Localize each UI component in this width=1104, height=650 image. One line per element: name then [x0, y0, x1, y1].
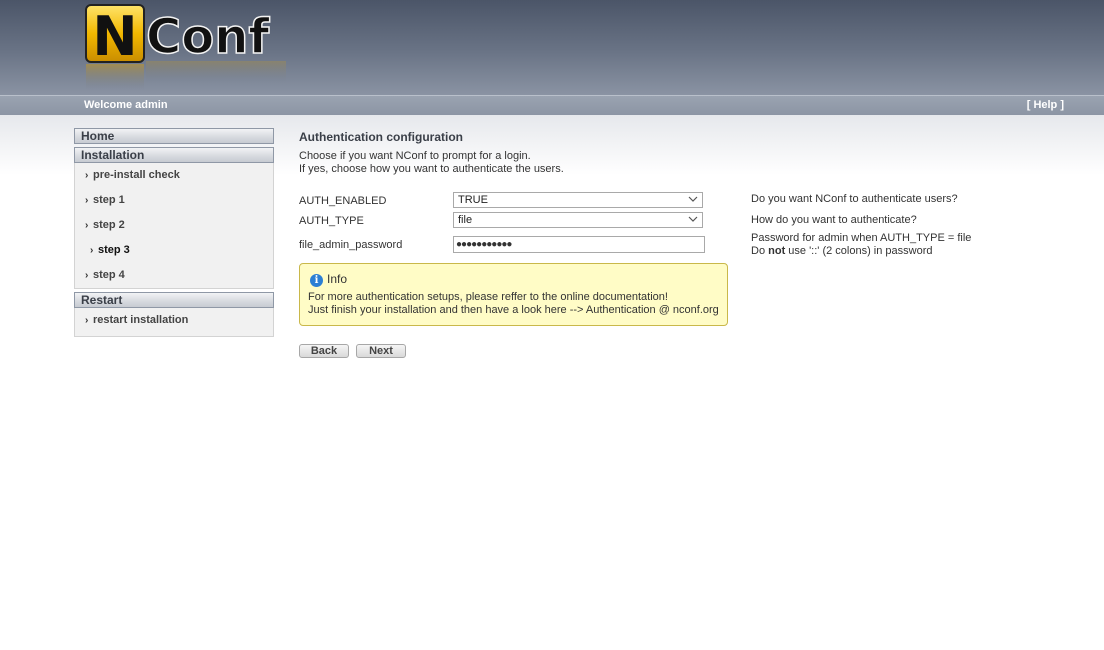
nav-item-step-3[interactable]: › step 3 — [75, 238, 273, 263]
admin-password-help: Password for admin when AUTH_TYPE = file… — [751, 232, 972, 257]
auth-enabled-label: AUTH_ENABLED — [299, 195, 387, 207]
auth-type-select[interactable]: file — [453, 212, 703, 228]
auth-enabled-row: AUTH_ENABLED TRUE — [299, 192, 703, 212]
nav-item-step-1[interactable]: › step 1 — [75, 188, 273, 213]
info-title: Info — [327, 272, 348, 286]
svg-text:Conf: Conf — [146, 9, 270, 65]
welcome-text: Welcome admin — [84, 99, 168, 111]
nav-item-step-4[interactable]: › step 4 — [75, 263, 273, 288]
chevron-down-icon — [688, 216, 698, 222]
info-icon: i — [310, 274, 323, 287]
chevron-right-icon: › — [85, 170, 89, 181]
nconf-logo: N Conf — [85, 4, 286, 90]
welcome-bar: Welcome admin [ Help ] — [0, 95, 1104, 115]
chevron-right-icon: › — [85, 315, 89, 326]
restart-menu: › restart installation — [74, 308, 274, 337]
chevron-right-icon: › — [85, 220, 89, 231]
nav-restart-header: Restart — [74, 292, 274, 308]
page-header: N Conf — [0, 0, 1104, 95]
auth-enabled-help: Do you want NConf to authenticate users? — [751, 193, 958, 205]
chevron-right-icon: › — [90, 245, 94, 256]
admin-password-field[interactable]: ●●●●●●●●●●● — [453, 236, 705, 253]
back-button[interactable]: Back — [299, 344, 349, 358]
page-title: Authentication configuration — [299, 130, 463, 144]
intro-text: Choose if you want NConf to prompt for a… — [299, 150, 564, 175]
nav-installation-header: Installation — [74, 147, 274, 163]
chevron-right-icon: › — [85, 270, 89, 281]
chevron-down-icon — [688, 196, 698, 202]
auth-enabled-select[interactable]: TRUE — [453, 192, 703, 208]
admin-password-label: file_admin_password — [299, 239, 403, 251]
nav-item-step-2[interactable]: › step 2 — [75, 213, 273, 238]
next-button[interactable]: Next — [356, 344, 406, 358]
chevron-right-icon: › — [85, 195, 89, 206]
sidebar: Home Installation › pre-install check › st… — [74, 128, 274, 337]
nav-item-pre-install-check[interactable]: › pre-install check — [75, 163, 273, 188]
info-text: For more authentication setups, please r… — [308, 291, 719, 316]
main-content: Authentication configuration Choose if y… — [299, 130, 999, 358]
nav-item-restart-installation[interactable]: › restart installation — [75, 308, 273, 333]
help-link[interactable]: [ Help ] — [1027, 99, 1064, 111]
nav-home[interactable]: Home — [74, 128, 274, 144]
auth-type-help: How do you want to authenticate? — [751, 214, 917, 226]
admin-password-row: file_admin_password ●●●●●●●●●●● — [299, 236, 707, 256]
info-box: i Info For more authentication setups, p… — [299, 263, 728, 326]
svg-text:N: N — [92, 5, 137, 68]
auth-type-label: AUTH_TYPE — [299, 215, 364, 227]
auth-type-row: AUTH_TYPE file — [299, 212, 703, 232]
installation-menu: › pre-install check › step 1 › step 2 › step… — [74, 163, 274, 289]
